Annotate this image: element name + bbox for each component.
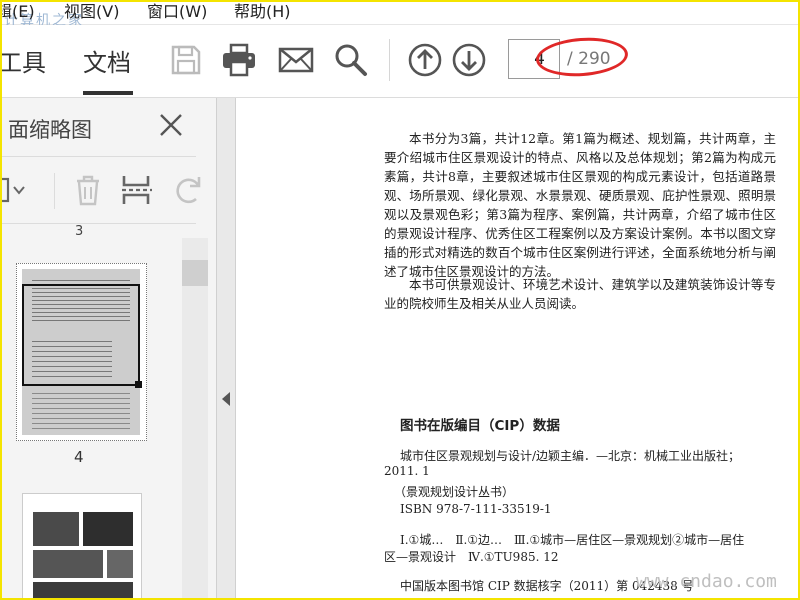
paragraph-2: 本书可供景观设计、环境艺术设计、建筑学以及建筑装饰设计等专业的院校师生及相关从业… [384,277,776,311]
delete-icon[interactable] [71,173,105,207]
panel-toolbar-divider [54,173,55,209]
main-toolbar: 工具 文档 4 / 290 [2,25,798,98]
page-down-icon[interactable] [451,42,487,78]
close-icon[interactable] [158,112,184,138]
thumbnail-label-prev: 3 [75,224,84,239]
panel-toolbar [0,156,201,224]
cip-line: ISBN 978-7-111-33519-1 [400,502,552,516]
menu-bar: 计算机之家 辑(E) 视图(V) 窗口(W) 帮助(H) [2,2,798,29]
search-icon[interactable] [333,42,369,78]
scrollbar-thumb[interactable] [182,260,208,286]
thumbnail-photo [83,512,133,546]
thumbnail-label: 4 [74,448,84,466]
thumbnail-text-block [32,389,130,429]
panel-title: 面缩略图 [8,118,92,142]
print-icon[interactable] [221,42,257,78]
save-icon[interactable] [168,42,204,78]
document-view[interactable]: 本书分为3篇，共计12章。第1篇为概述、规划篇，共计两章，主要介绍城市住区景观设… [236,98,798,598]
thumbnail-photo [107,550,133,578]
thumbnail-view-box[interactable] [22,284,140,386]
app-window: 计算机之家 辑(E) 视图(V) 窗口(W) 帮助(H) 工具 文档 [0,0,800,600]
cip-line: （景观规划设计丛书） [394,485,515,499]
page-options-icon[interactable] [0,173,28,207]
view-box-resize-handle[interactable] [135,381,142,388]
thumbnail-photo [33,582,133,598]
page-thumbnail-next[interactable] [22,493,142,598]
tab-document[interactable]: 文档 [83,43,131,78]
cip-title: 图书在版编目（CIP）数据 [400,418,560,434]
cip-line: 区—景观设计 Ⅳ.①TU985. 12 [384,550,559,564]
menu-view[interactable]: 视图(V) [64,2,119,24]
cip-line: Ⅰ.①城… Ⅱ.①边… Ⅲ.①城市—居住区—景观规划②城市—居住 [400,533,745,547]
active-tab-indicator [83,91,133,95]
thumbnail-photo [33,512,79,546]
toolbar-separator [389,39,390,81]
scrollbar-track[interactable] [182,238,208,598]
thumbnail-panel: 面缩略图 3 4 [0,98,216,598]
thumbnail-photo [33,550,103,578]
page-up-icon[interactable] [407,42,443,78]
tab-tools[interactable]: 工具 [2,43,46,78]
site-watermark: www.cndao.com [636,571,777,592]
menu-help[interactable]: 帮助(H) [234,2,291,24]
panel-splitter[interactable] [216,98,236,598]
cip-line: 城市住区景观规划与设计/边颖主编．—北京：机械工业出版社； [400,449,741,463]
mail-icon[interactable] [278,42,314,78]
cip-line: 2011. 1 [384,464,430,478]
extract-pages-icon[interactable] [120,173,154,207]
menu-edit[interactable]: 辑(E) [2,2,35,24]
menu-window[interactable]: 窗口(W) [147,2,207,24]
paragraph-1: 本书分为3篇，共计12章。第1篇为概述、规划篇，共计两章，主要介绍城市住区景观设… [384,131,776,279]
rotate-icon[interactable] [172,173,206,207]
collapse-arrow-icon[interactable] [222,392,230,406]
